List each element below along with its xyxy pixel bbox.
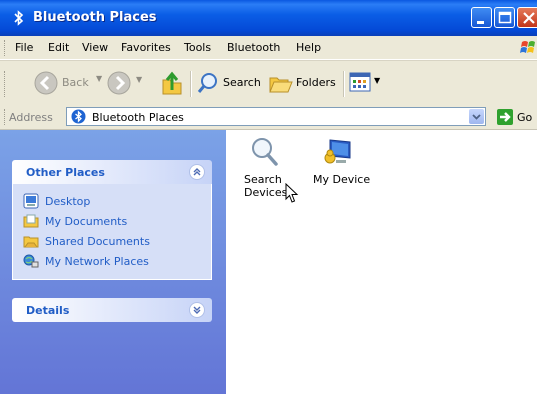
menu-bluetooth[interactable]: Bluetooth bbox=[227, 41, 280, 54]
address-dropdown-button[interactable] bbox=[469, 109, 484, 124]
toolbar-separator bbox=[190, 71, 192, 97]
menu-grip bbox=[4, 40, 7, 56]
chevron-up-icon bbox=[193, 168, 201, 176]
chevron-down-icon bbox=[193, 306, 201, 314]
menu-view[interactable]: View bbox=[82, 41, 108, 54]
close-button[interactable] bbox=[517, 7, 537, 28]
task-pane: Other Places Desktop My Documents Shared… bbox=[0, 130, 226, 394]
search-label: Search bbox=[223, 76, 261, 89]
other-places-title: Other Places bbox=[26, 166, 105, 179]
collapse-button[interactable] bbox=[189, 164, 205, 180]
folders-icon bbox=[269, 77, 293, 93]
folders-label: Folders bbox=[296, 76, 336, 89]
menu-file[interactable]: File bbox=[15, 41, 33, 54]
minimize-button[interactable] bbox=[471, 7, 492, 28]
other-places-header[interactable]: Other Places bbox=[12, 160, 212, 184]
menu-help[interactable]: Help bbox=[296, 41, 321, 54]
details-header[interactable]: Details bbox=[12, 298, 212, 322]
back-button[interactable]: Back ▼ bbox=[10, 70, 102, 96]
forward-arrow-icon[interactable] bbox=[107, 71, 131, 95]
menu-favorites[interactable]: Favorites bbox=[121, 41, 171, 54]
search-devices-item[interactable]: Search Devices bbox=[238, 136, 290, 202]
place-label: Desktop bbox=[45, 195, 91, 208]
item-label-line2: Devices bbox=[244, 186, 288, 199]
back-dropdown-icon: ▼ bbox=[96, 74, 103, 83]
my-documents-icon bbox=[23, 214, 39, 228]
maximize-button[interactable] bbox=[494, 7, 515, 28]
place-label: My Documents bbox=[45, 215, 128, 228]
expand-button[interactable] bbox=[189, 302, 205, 318]
search-icon bbox=[197, 73, 217, 93]
other-places-body: Desktop My Documents Shared Documents My… bbox=[12, 184, 212, 280]
close-icon bbox=[523, 12, 535, 24]
go-label[interactable]: Go bbox=[517, 111, 532, 124]
folders-button[interactable]: Folders bbox=[268, 70, 338, 96]
address-bar: Address Bluetooth Places Go bbox=[0, 105, 537, 130]
toolbar-grip bbox=[4, 71, 7, 97]
my-device-item[interactable]: My Device bbox=[310, 136, 370, 196]
back-label: Back bbox=[62, 76, 89, 89]
place-label: Shared Documents bbox=[45, 235, 150, 248]
views-icon bbox=[349, 72, 371, 92]
details-title: Details bbox=[26, 304, 70, 317]
mouse-cursor-icon bbox=[285, 183, 299, 203]
windows-logo-icon bbox=[520, 41, 535, 53]
address-input[interactable]: Bluetooth Places bbox=[66, 107, 486, 126]
title-bar: Bluetooth Places bbox=[0, 0, 537, 36]
shared-folder-icon bbox=[23, 236, 39, 248]
menu-edit[interactable]: Edit bbox=[48, 41, 69, 54]
up-folder-icon[interactable] bbox=[160, 70, 184, 96]
address-value: Bluetooth Places bbox=[92, 111, 184, 124]
window-title: Bluetooth Places bbox=[33, 10, 157, 25]
chevron-down-icon bbox=[472, 114, 481, 120]
toolbar-separator bbox=[343, 71, 345, 97]
address-grip bbox=[4, 109, 7, 125]
views-button[interactable]: ▼ bbox=[349, 71, 385, 95]
computer-icon bbox=[324, 139, 351, 164]
item-label-line1: Search bbox=[244, 173, 282, 186]
bluetooth-icon bbox=[71, 109, 86, 124]
place-label: My Network Places bbox=[45, 255, 149, 268]
bluetooth-icon bbox=[14, 10, 24, 26]
forward-dropdown-icon[interactable]: ▼ bbox=[136, 75, 142, 84]
go-button[interactable] bbox=[497, 109, 513, 125]
desktop-icon bbox=[23, 193, 39, 209]
content-area: Search Devices My Device bbox=[226, 130, 537, 394]
standard-toolbar: Back ▼ ▼ Search Folders ▼ bbox=[0, 60, 537, 106]
address-label: Address bbox=[9, 111, 53, 124]
maximize-icon bbox=[498, 11, 512, 24]
views-dropdown-icon: ▼ bbox=[374, 76, 381, 85]
menu-bar: File Edit View Favorites Tools Bluetooth… bbox=[0, 36, 537, 60]
network-places-icon bbox=[23, 254, 39, 268]
search-button[interactable]: Search bbox=[194, 70, 262, 96]
minimize-icon bbox=[477, 21, 484, 24]
go-arrow-icon bbox=[500, 112, 511, 122]
menu-tools[interactable]: Tools bbox=[184, 41, 211, 54]
back-arrow-icon bbox=[34, 71, 58, 95]
item-label-line1: My Device bbox=[313, 173, 371, 186]
magnifier-icon bbox=[252, 138, 278, 166]
